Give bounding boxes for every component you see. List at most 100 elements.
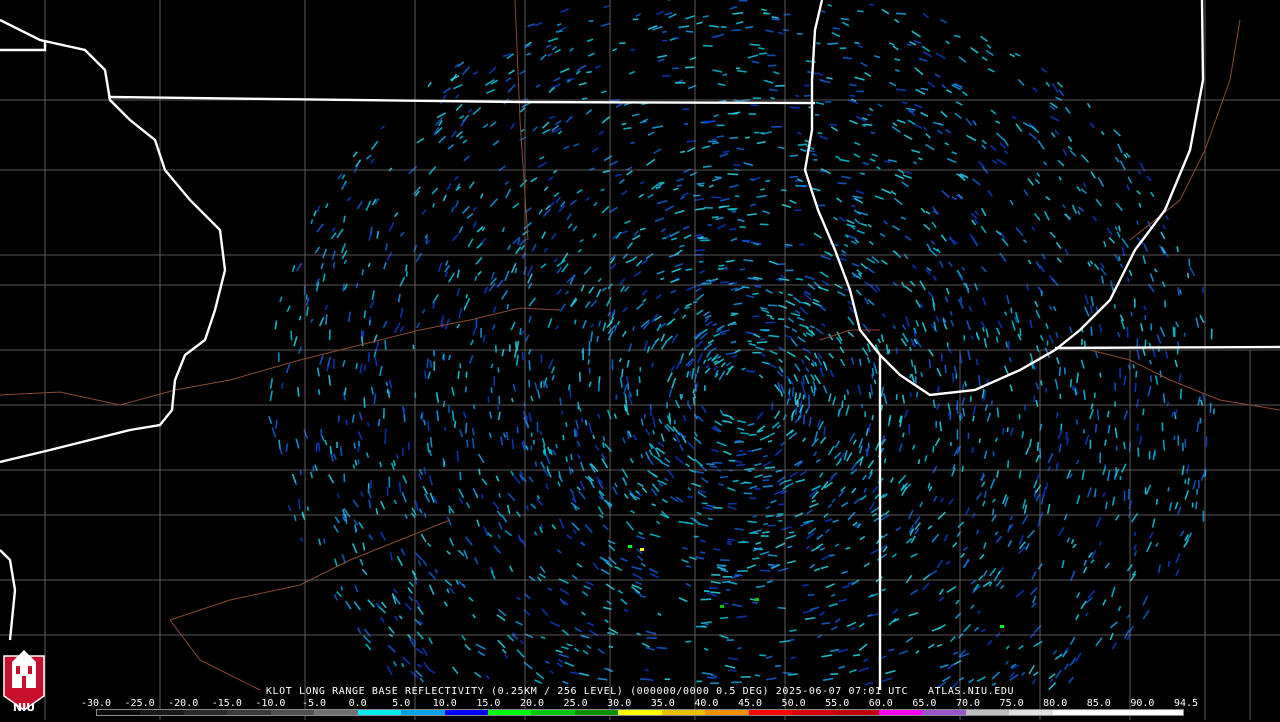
echo-speck [1124, 442, 1125, 449]
echo-speck [344, 216, 345, 223]
echo-speck [802, 585, 808, 586]
echo-speck [733, 165, 741, 166]
echo-speck [286, 443, 287, 452]
echo-speck [854, 43, 859, 44]
scale-swatch [792, 710, 835, 715]
echo-speck [881, 405, 882, 410]
echo-speck [686, 31, 693, 32]
echo-speck [821, 11, 825, 12]
echo-speck [757, 342, 767, 343]
echo-speck [319, 389, 320, 395]
echo-speck [997, 407, 998, 417]
echo-speck [1135, 383, 1136, 392]
echo-speck [570, 388, 571, 398]
scale-swatch [488, 710, 531, 715]
echo-speck [768, 525, 776, 526]
echo-speck [582, 98, 587, 99]
echo-speck [1065, 367, 1066, 374]
scale-swatch [922, 710, 965, 715]
echo-speck [731, 30, 741, 31]
echo-speck [949, 411, 950, 416]
echo-speck [896, 347, 897, 354]
echo-speck [732, 212, 737, 213]
echo-speck [868, 443, 869, 447]
echo-speck [425, 370, 426, 378]
echo-speck [586, 72, 591, 73]
echo-speck [720, 477, 728, 478]
echo-speck [864, 124, 872, 125]
echo-speck [775, 666, 781, 667]
echo-speck [721, 333, 726, 334]
radar-map [0, 0, 1280, 720]
echo-speck [520, 328, 521, 335]
echo-speck [735, 196, 739, 197]
echo-speck [862, 404, 863, 408]
echo-speck [622, 369, 623, 378]
echo-speck [781, 190, 787, 191]
echo-speck [353, 465, 354, 469]
echo-speck [712, 217, 719, 218]
scale-label: 15.0 [476, 698, 500, 709]
scale-swatch [835, 710, 878, 715]
echo-speck [1119, 226, 1120, 232]
scale-label: 40.0 [694, 698, 718, 709]
echo-speck [1108, 425, 1109, 433]
echo-speck [282, 383, 283, 389]
echo-speck [589, 21, 594, 22]
echo-speck [783, 30, 789, 31]
echo-speck [1091, 327, 1092, 336]
echo-speck [1127, 327, 1128, 338]
echo-speck [517, 427, 518, 434]
echo-speck [404, 408, 405, 413]
scale-label: -10.0 [255, 698, 285, 709]
echo-speck [1168, 487, 1169, 491]
echo-speck [722, 581, 730, 582]
echo-strong-speck [755, 598, 759, 601]
echo-speck [397, 454, 398, 459]
scale-label: -5.0 [302, 698, 326, 709]
scale-label: 35.0 [651, 698, 675, 709]
echo-speck [656, 187, 661, 188]
scale-label: -30.0 [81, 698, 111, 709]
echo-speck [276, 420, 277, 429]
echo-speck [696, 235, 703, 236]
echo-speck [1188, 478, 1189, 485]
echo-speck [783, 672, 792, 673]
scale-swatch [1140, 710, 1183, 715]
product-code: (000000/0000 0.5 DEG) [630, 686, 769, 697]
echo-speck [803, 376, 804, 384]
echo-speck [715, 177, 722, 178]
scale-swatch [1009, 710, 1052, 715]
echo-speck [785, 245, 793, 246]
echo-speck [731, 682, 742, 683]
echo-speck [953, 373, 954, 383]
echo-speck [683, 109, 690, 110]
echo-speck [1151, 375, 1152, 382]
echo-speck [657, 648, 668, 649]
echo-speck [870, 392, 871, 398]
echo-speck [1100, 373, 1101, 377]
echo-speck [369, 352, 370, 362]
indiana-michigan-line [1055, 347, 1280, 348]
echo-speck [727, 539, 735, 540]
echo-speck [1167, 402, 1168, 407]
echo-speck [1197, 489, 1198, 495]
scale-swatch [531, 710, 574, 715]
echo-speck [833, 28, 840, 29]
echo-speck [872, 415, 873, 420]
echo-speck [1007, 427, 1008, 432]
echo-speck [799, 393, 800, 399]
echo-speck [1143, 409, 1144, 415]
echo-speck [319, 442, 320, 451]
echo-speck [860, 173, 865, 174]
echo-speck [630, 143, 634, 144]
echo-speck [889, 649, 895, 650]
echo-speck [298, 387, 299, 396]
echo-speck [639, 376, 640, 383]
echo-speck [662, 31, 667, 32]
echo-speck [914, 331, 915, 337]
echo-speck [341, 586, 342, 590]
echo-speck [427, 358, 428, 367]
echo-speck [713, 508, 723, 509]
echo-speck [330, 446, 331, 454]
